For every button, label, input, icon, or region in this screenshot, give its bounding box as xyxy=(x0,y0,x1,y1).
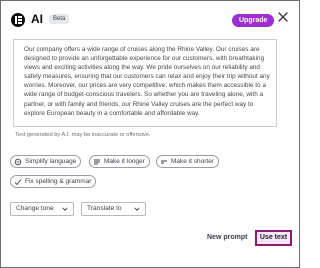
spellcheck-icon xyxy=(14,178,22,186)
chevron-down-icon xyxy=(134,206,140,212)
longer-icon xyxy=(93,158,101,166)
simplify-icon xyxy=(14,158,22,166)
use-text-button[interactable]: Use text xyxy=(255,230,292,246)
ai-dialog: AI Beta Upgrade Our company offers a wid… xyxy=(0,0,300,268)
generated-text-area[interactable]: Our company offers a wide range of cruis… xyxy=(13,39,277,127)
select-label: Change tone xyxy=(16,205,54,212)
chip-label: Fix spelling & grammar xyxy=(25,178,92,185)
chip-label: Simplify language xyxy=(25,158,77,165)
elementor-logo-icon xyxy=(11,13,25,27)
chip-label: Make it shorter xyxy=(171,158,214,165)
use-text-label: Use text xyxy=(259,234,288,241)
new-prompt-button[interactable]: New prompt xyxy=(207,234,247,241)
select-label: Translate to xyxy=(87,205,122,212)
make-shorter-button[interactable]: Make it shorter xyxy=(156,155,219,168)
ai-disclaimer: Text generated by A.I. may be inaccurate… xyxy=(15,132,151,138)
chevron-down-icon xyxy=(62,206,68,212)
shorter-icon xyxy=(160,158,168,166)
simplify-language-button[interactable]: Simplify language xyxy=(10,155,82,168)
close-icon[interactable] xyxy=(277,11,289,23)
translate-to-select[interactable]: Translate to xyxy=(81,202,146,216)
dialog-title: AI xyxy=(31,12,43,26)
chip-label: Make it longer xyxy=(104,158,145,165)
fix-spelling-grammar-button[interactable]: Fix spelling & grammar xyxy=(10,175,97,188)
change-tone-select[interactable]: Change tone xyxy=(10,202,74,216)
make-longer-button[interactable]: Make it longer xyxy=(89,155,150,168)
upgrade-button[interactable]: Upgrade xyxy=(232,14,275,27)
beta-badge: Beta xyxy=(49,14,70,24)
